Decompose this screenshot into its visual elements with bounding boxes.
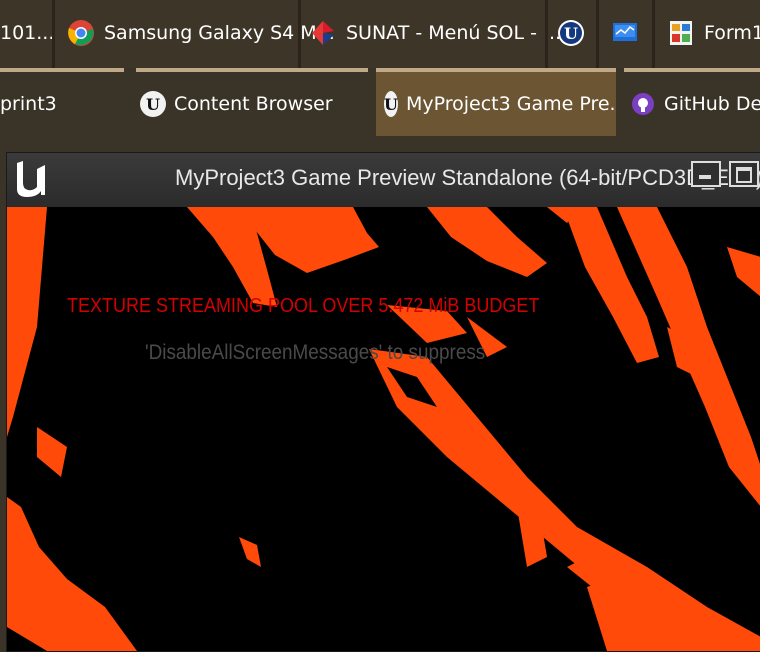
tab-label: print3	[0, 93, 57, 115]
taskbar-item-unreal[interactable]: U	[556, 12, 594, 54]
tab-bar: print3 U Content Browser U MyProject3 Ga…	[0, 68, 760, 140]
monitor-icon	[610, 18, 640, 48]
game-preview-window: MyProject3 Game Preview Standalone (64-b…	[6, 152, 760, 652]
sunat-icon	[308, 18, 338, 48]
tab-game-preview[interactable]: U MyProject3 Game Pre...	[376, 72, 616, 136]
tab-label: GitHub Desk	[664, 93, 760, 115]
window-title: MyProject3 Game Preview Standalone (64-b…	[175, 165, 760, 190]
taskbar-item-label: 101...	[0, 22, 55, 44]
taskbar-item-form1[interactable]: Form1	[666, 12, 760, 54]
suppress-messages-hint: 'DisableAllScreenMessages' to suppress	[145, 341, 486, 364]
minimize-icon	[699, 175, 711, 179]
unreal-icon: U	[384, 91, 398, 117]
tab-github-desktop[interactable]: GitHub Desk	[630, 72, 760, 136]
svg-text:U: U	[564, 24, 578, 43]
game-viewport[interactable]: TEXTURE STREAMING POOL OVER 5.472 MiB BU…	[7, 207, 760, 651]
tab-content-browser[interactable]: U Content Browser	[140, 72, 368, 136]
taskbar-item-101[interactable]: 101...	[0, 12, 54, 54]
taskbar-item-monitor[interactable]	[610, 12, 648, 54]
form-icon	[666, 18, 696, 48]
minimize-button[interactable]	[691, 161, 721, 187]
window-titlebar[interactable]: MyProject3 Game Preview Standalone (64-b…	[7, 153, 760, 207]
taskbar: 101... Samsung Galaxy S4 M... SUNAT - Me…	[0, 0, 760, 68]
taskbar-item-samsung[interactable]: Samsung Galaxy S4 M...	[66, 12, 335, 54]
taskbar-item-sunat[interactable]: SUNAT - Menú SOL - ...	[308, 12, 561, 54]
chrome-icon	[66, 18, 96, 48]
scene-render	[7, 207, 760, 651]
maximize-button[interactable]	[729, 161, 759, 187]
texture-streaming-warning: TEXTURE STREAMING POOL OVER 5.472 MiB BU…	[67, 295, 540, 317]
maximize-icon	[736, 167, 752, 183]
github-icon	[630, 91, 656, 117]
unreal-icon: U	[556, 18, 586, 48]
tab-label: MyProject3 Game Pre...	[405, 93, 616, 115]
unreal-icon: U	[140, 91, 166, 117]
tab-print3[interactable]: print3	[0, 72, 124, 136]
taskbar-item-label: SUNAT - Menú SOL - ...	[346, 22, 562, 44]
tab-label: Content Browser	[174, 93, 333, 115]
unreal-logo-icon	[13, 159, 45, 201]
taskbar-item-label: Form1	[704, 22, 760, 44]
